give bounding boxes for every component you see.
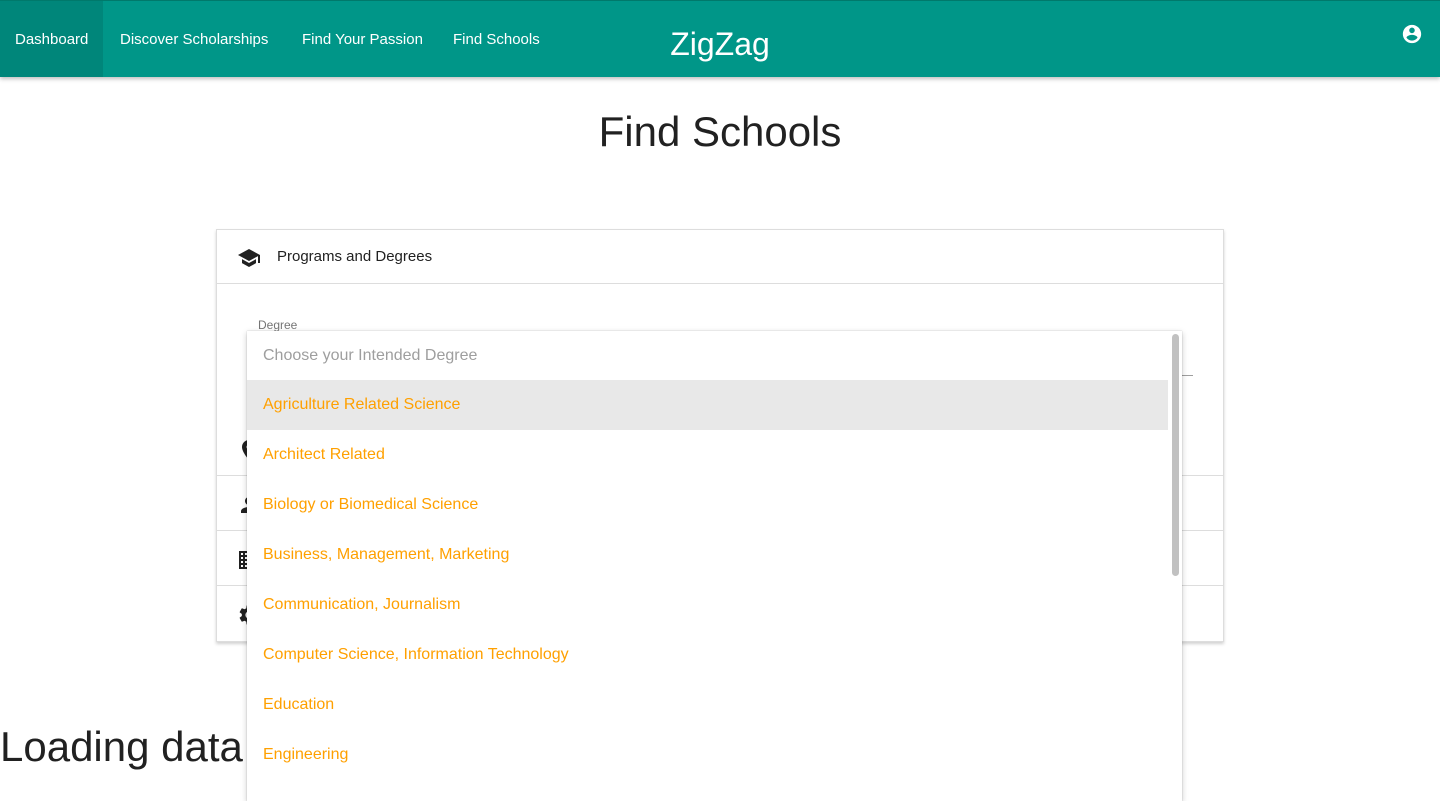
dropdown-option[interactable]: Business, Management, Marketing (247, 530, 1168, 580)
degree-label: Degree (258, 318, 298, 332)
degree-dropdown-menu[interactable]: Choose your Intended Degree Agriculture … (247, 331, 1182, 801)
dropdown-option[interactable]: Engineering (247, 730, 1168, 780)
top-navbar: Dashboard Discover Scholarships Find You… (0, 0, 1440, 77)
dropdown-scrollbar[interactable] (1172, 334, 1179, 576)
nav-discover-scholarships[interactable]: Discover Scholarships (105, 1, 283, 77)
page-title: Find Schools (598, 108, 842, 155)
nav-find-schools[interactable]: Find Schools (438, 1, 555, 77)
dropdown-option[interactable]: Computer Science, Information Technology (247, 630, 1168, 680)
dropdown-option[interactable]: Agriculture Related Science (247, 380, 1168, 430)
section-title: Programs and Degrees (277, 248, 433, 265)
nav-dashboard[interactable]: Dashboard (0, 1, 104, 77)
dropdown-option[interactable]: Communication, Journalism (247, 580, 1168, 630)
dropdown-option[interactable]: Biology or Biomedical Science (247, 480, 1168, 530)
section-programs-degrees-header[interactable]: Programs and Degrees (217, 230, 1223, 284)
dropdown-option[interactable]: Education (247, 680, 1168, 730)
dropdown-placeholder: Choose your Intended Degree (263, 347, 478, 364)
loading-text: Loading data (0, 723, 243, 770)
dropdown-option[interactable]: Architect Related (247, 430, 1168, 480)
nav-find-your-passion[interactable]: Find Your Passion (287, 1, 438, 77)
graduation-cap-icon (238, 249, 260, 267)
account-circle-icon[interactable] (1401, 23, 1423, 45)
